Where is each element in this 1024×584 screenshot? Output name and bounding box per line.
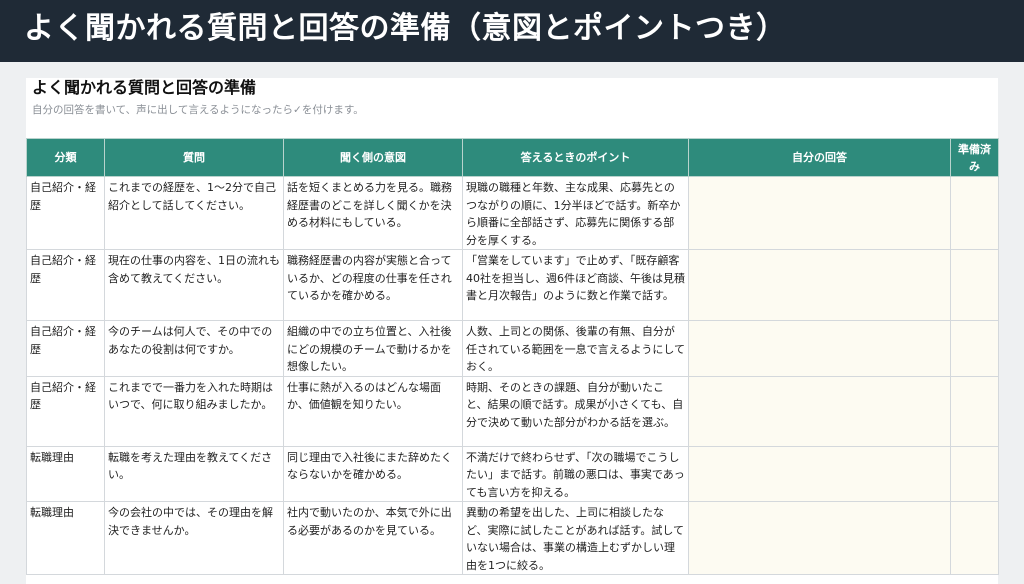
table-header-row: 分類 質問 聞く側の意図 答えるときのポイント 自分の回答 準備済み (26, 138, 999, 177)
table-row: 自己紹介・経歴 これまでの経歴を、1〜2分で自己紹介として話してください。 話を… (26, 176, 999, 250)
cell-ready-checkbox[interactable] (950, 249, 999, 321)
cell-point: 「営業をしています」で止めず、「既存顧客40社を担当し、週6件ほど商談、午後は見… (462, 249, 689, 321)
qa-table: 分類 質問 聞く側の意図 答えるときのポイント 自分の回答 準備済み 自己紹介・… (26, 138, 999, 575)
cell-category: 転職理由 (26, 501, 105, 575)
cell-answer-input[interactable] (688, 249, 951, 321)
cell-question: 今のチームは何人で、その中でのあなたの役割は何ですか。 (104, 320, 284, 377)
cell-answer-input[interactable] (688, 320, 951, 377)
table-row: 転職理由 転職を考えた理由を教えてください。 同じ理由で入社後にまた辞めたくなら… (26, 445, 999, 502)
cell-ready-checkbox[interactable] (950, 320, 999, 377)
document-title: よく聞かれる質問と回答の準備 (32, 78, 257, 97)
cell-ready-checkbox[interactable] (950, 375, 999, 447)
cell-question: 現在の仕事の内容を、1日の流れも含めて教えてください。 (104, 249, 284, 321)
header-point: 答えるときのポイント (462, 138, 689, 177)
cell-point: 異動の希望を出した、上司に相談したなど、実際に試したことがあれば話す。試していな… (462, 501, 689, 575)
cell-intent: 職務経歴書の内容が実態と合っているか、どの程度の仕事を任されているかを確かめる。 (283, 249, 463, 321)
cell-ready-checkbox[interactable] (950, 445, 999, 502)
cell-point: 時期、そのときの課題、自分が動いたこと、結果の順で話す。成果が小さくても、自分で… (462, 375, 689, 447)
cell-intent: 同じ理由で入社後にまた辞めたくならないかを確かめる。 (283, 445, 463, 502)
cell-category: 自己紹介・経歴 (26, 320, 105, 377)
cell-answer-input[interactable] (688, 501, 951, 575)
cell-intent: 社内で動いたのか、本気で外に出る必要があるのかを見ている。 (283, 501, 463, 575)
banner-title: よく聞かれる質問と回答の準備（意図とポイントつき） (24, 11, 787, 46)
header-category: 分類 (26, 138, 105, 177)
cell-intent: 組織の中での立ち位置と、入社後にどの規模のチームで動けるかを想像したい。 (283, 320, 463, 377)
table-row: 自己紹介・経歴 現在の仕事の内容を、1日の流れも含めて教えてください。 職務経歴… (26, 249, 999, 321)
document-sheet: よく聞かれる質問と回答の準備 自分の回答を書いて、声に出して言えるようになったら… (26, 78, 999, 584)
cell-ready-checkbox[interactable] (950, 176, 999, 250)
cell-question: これまでで一番力を入れた時期はいつで、何に取り組みましたか。 (104, 375, 284, 447)
cell-point: 人数、上司との関係、後輩の有無、自分が任されている範囲を一息で言えるようにしてお… (462, 320, 689, 377)
cell-ready-checkbox[interactable] (950, 501, 999, 575)
header-question: 質問 (104, 138, 284, 177)
cell-category: 自己紹介・経歴 (26, 249, 105, 321)
cell-answer-input[interactable] (688, 445, 951, 502)
header-intent: 聞く側の意図 (283, 138, 463, 177)
header-banner: よく聞かれる質問と回答の準備（意図とポイントつき） (0, 0, 1024, 62)
cell-question: 今の会社の中では、その理由を解決できませんか。 (104, 501, 284, 575)
table-row: 自己紹介・経歴 今のチームは何人で、その中でのあなたの役割は何ですか。 組織の中… (26, 320, 999, 377)
header-answer: 自分の回答 (688, 138, 951, 177)
cell-question: 転職を考えた理由を教えてください。 (104, 445, 284, 502)
cell-answer-input[interactable] (688, 375, 951, 447)
cell-point: 現職の職種と年数、主な成果、応募先とのつながりの順に、1分半ほどで話す。新卒から… (462, 176, 689, 250)
cell-intent: 仕事に熱が入るのはどんな場面か、価値観を知りたい。 (283, 375, 463, 447)
table-row: 自己紹介・経歴 これまでで一番力を入れた時期はいつで、何に取り組みましたか。 仕… (26, 375, 999, 447)
cell-question: これまでの経歴を、1〜2分で自己紹介として話してください。 (104, 176, 284, 250)
cell-intent: 話を短くまとめる力を見る。職務経歴書のどこを詳しく聞くかを決める材料にもしている… (283, 176, 463, 250)
header-ready: 準備済み (950, 138, 999, 177)
cell-category: 転職理由 (26, 445, 105, 502)
cell-category: 自己紹介・経歴 (26, 176, 105, 250)
cell-answer-input[interactable] (688, 176, 951, 250)
document-subtitle: 自分の回答を書いて、声に出して言えるようになったら✓を付けます。 (32, 104, 364, 116)
cell-point: 不満だけで終わらせず、「次の職場でこうしたい」まで話す。前職の悪口は、事実であっ… (462, 445, 689, 502)
cell-category: 自己紹介・経歴 (26, 375, 105, 447)
table-row: 転職理由 今の会社の中では、その理由を解決できませんか。 社内で動いたのか、本気… (26, 501, 999, 575)
